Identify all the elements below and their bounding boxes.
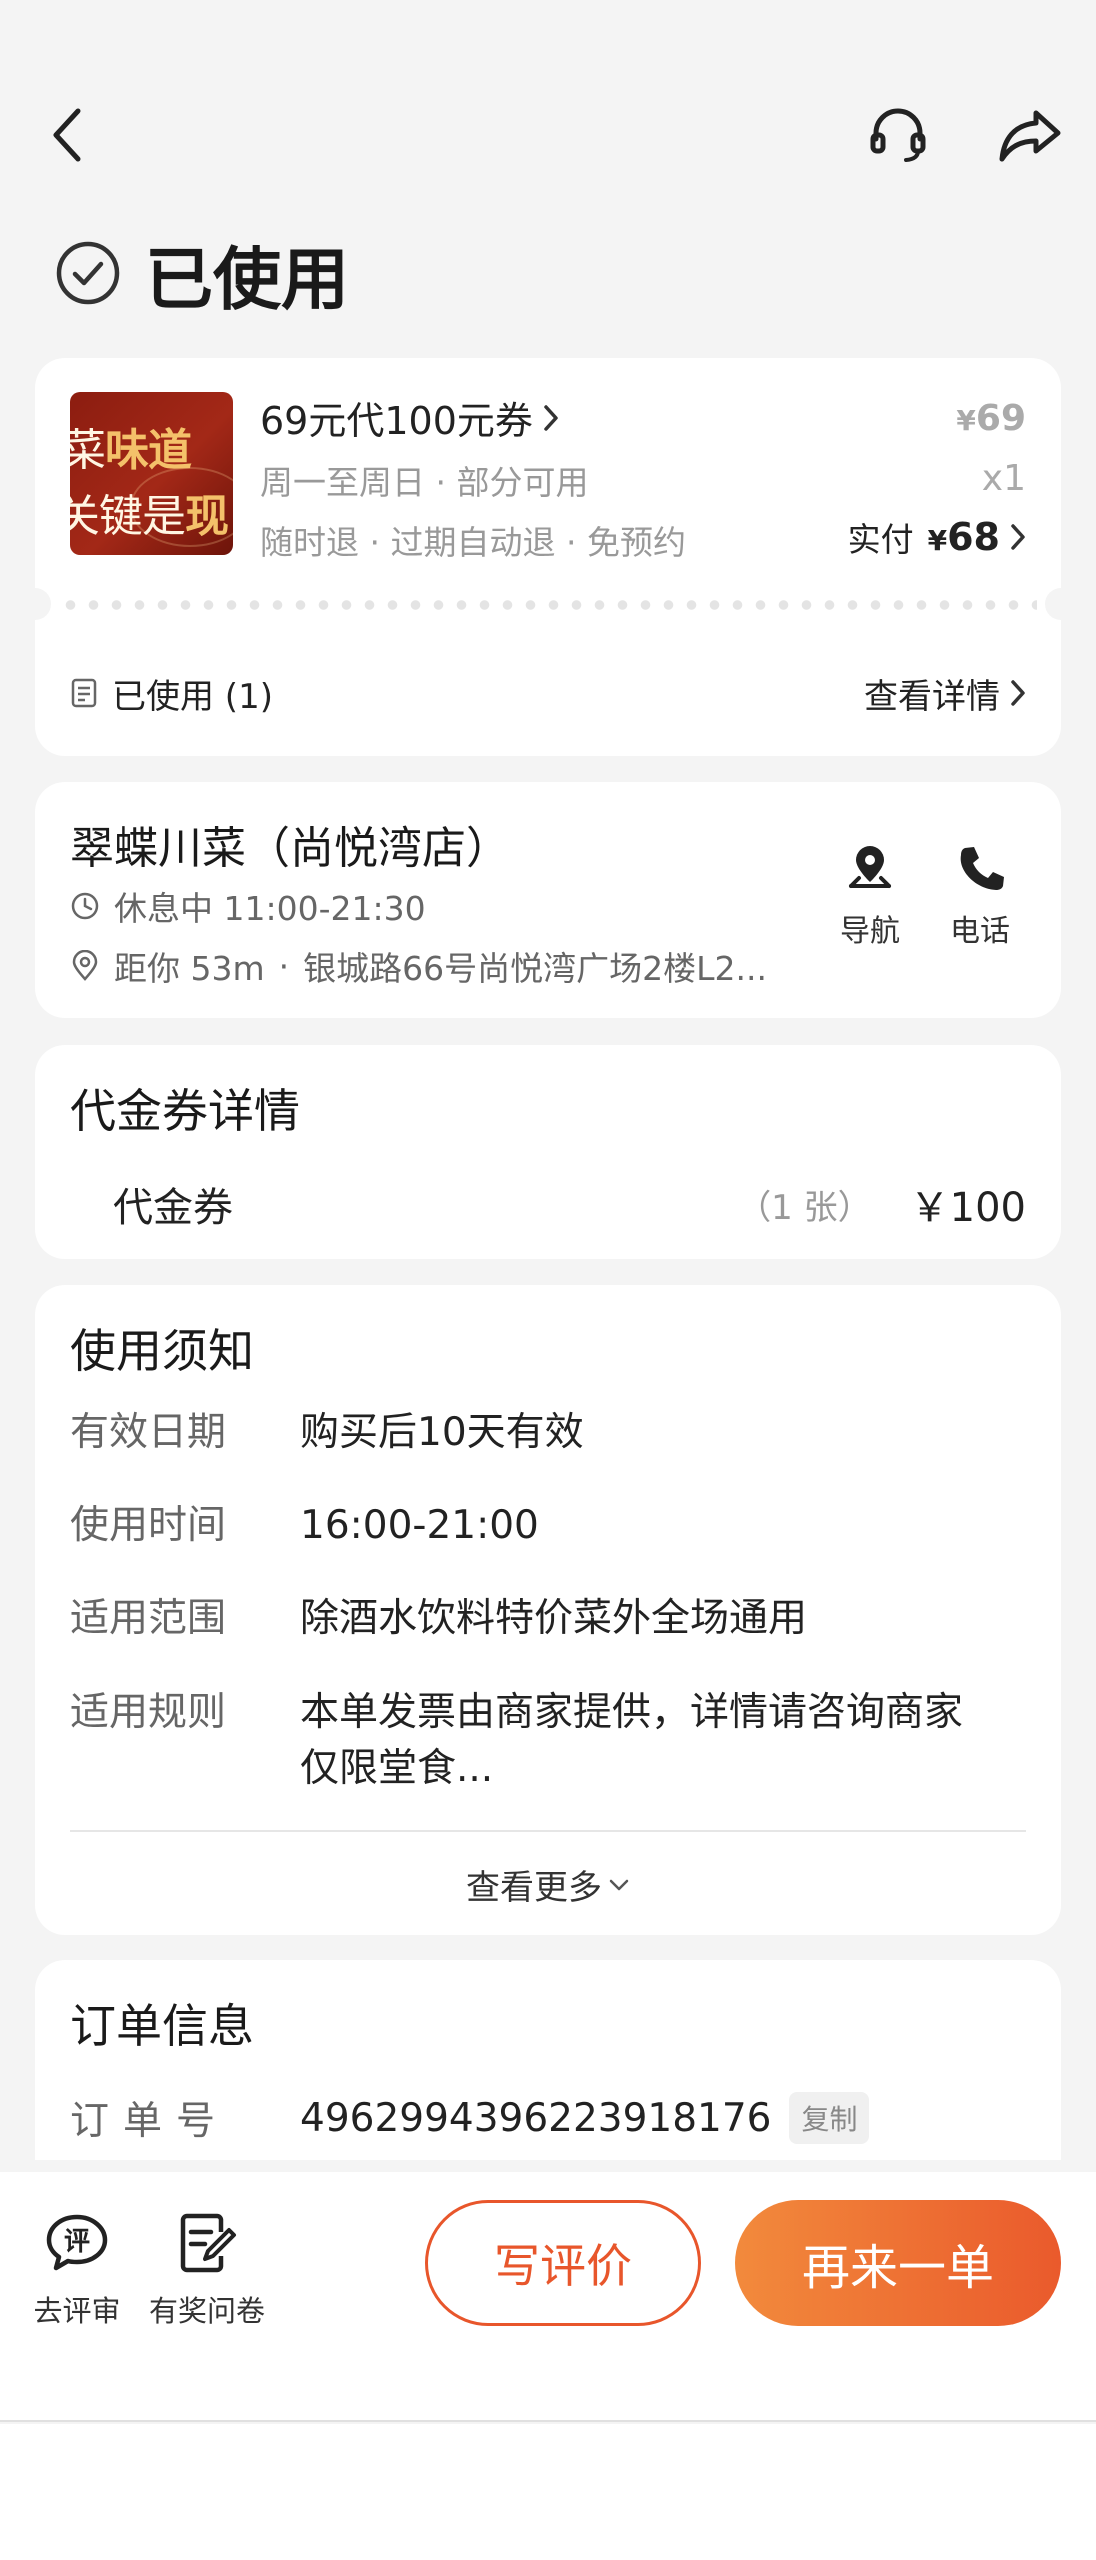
- paid-amount-link[interactable]: 实付 ¥68: [848, 513, 1026, 561]
- see-more-label: 查看更多: [466, 1868, 602, 1908]
- phone-icon: [960, 847, 1004, 890]
- divider: [70, 1830, 1026, 1832]
- notice-title: 使用须知: [70, 1324, 254, 1378]
- chevron-right-icon: [1011, 680, 1025, 706]
- voucher-title: 代金券详情: [70, 1084, 300, 1138]
- store-hours: 休息中 11:00-21:30: [70, 882, 426, 930]
- view-details-link[interactable]: 查看详情: [864, 669, 1026, 718]
- store-card[interactable]: 翠蝶川菜（尚悦湾店） 休息中 11:00-21:30 距你 53m · 银城路6…: [35, 782, 1061, 1018]
- notice-row: 适用规则 本单发票由商家提供，详情请咨询商家 仅限堂食...: [70, 1685, 1026, 1797]
- notice-row: 适用范围 除酒水饮料特价菜外全场通用: [70, 1591, 1026, 1647]
- deal-card: 菜味道 关键是现 69元代100元券 周一至周日 · 部分可用 随时退 · 过期…: [19, 358, 1077, 756]
- thumb-text: 现: [185, 491, 229, 542]
- voucher-row: 代金券 （1 张） ￥100: [113, 1175, 1026, 1233]
- notice-value: 本单发票由商家提供，详情请咨询商家 仅限堂食...: [300, 1690, 964, 1791]
- notice-value: 除酒水饮料特价菜外全场通用: [300, 1596, 808, 1641]
- deal-thumbnail[interactable]: 菜味道 关键是现: [70, 392, 233, 555]
- chevron-right-icon: [1011, 524, 1025, 550]
- review-icon: 评: [46, 2214, 108, 2271]
- system-nav-area: [0, 2424, 1096, 2560]
- voucher-name: 代金券: [113, 1185, 233, 1231]
- navigation-icon: [849, 846, 891, 888]
- store-address: 距你 53m · 银城路66号尚悦湾广场2楼L2...: [70, 942, 767, 990]
- deal-name-link[interactable]: 69元代100元券: [260, 390, 559, 445]
- notice-key: 适用范围: [70, 1596, 227, 1641]
- thumb-text: 关键是: [70, 491, 186, 542]
- order-info-card: 订单信息 订单号 4962994396223918176 复制: [35, 1960, 1061, 2160]
- store-distance: 距你 53m: [114, 949, 265, 988]
- deal-name: 69元代100元券: [260, 399, 533, 443]
- quantity: x1: [981, 458, 1026, 499]
- store-name: 翠蝶川菜（尚悦湾店）: [70, 823, 510, 874]
- chevron-down-icon: [609, 1879, 629, 1890]
- top-bar: [0, 95, 1096, 175]
- notice-key: 适用规则: [70, 1690, 227, 1735]
- survey-icon: [180, 2213, 236, 2273]
- original-price: ¥69: [956, 398, 1026, 439]
- back-icon[interactable]: [28, 95, 108, 175]
- order-number: 4962994396223918176: [300, 2095, 772, 2141]
- review-label: 去评审: [33, 2294, 121, 2328]
- svg-text:评: 评: [64, 2227, 90, 2257]
- status-title: 已使用: [145, 240, 350, 320]
- reorder-button[interactable]: 再来一单: [735, 2200, 1061, 2326]
- notice-row: 有效日期 购买后10天有效: [70, 1405, 1026, 1461]
- order-number-label: 订单号: [70, 2099, 230, 2144]
- usage-notice-card: 使用须知 有效日期 购买后10天有效 使用时间 16:00-21:00 适用范围…: [35, 1285, 1061, 1935]
- share-icon[interactable]: [990, 95, 1070, 175]
- call-button[interactable]: 电话: [935, 842, 1025, 950]
- navigate-button[interactable]: 导航: [825, 842, 915, 950]
- check-circle-icon: [56, 241, 120, 305]
- paid-label: 实付: [847, 520, 914, 559]
- notice-value: 购买后10天有效: [300, 1410, 584, 1455]
- bottom-action-bar: 评 去评审 有奖问卷 写评价 再来一单: [0, 2172, 1096, 2422]
- voucher-count: （1 张）: [737, 1187, 872, 1228]
- order-number-row: 订单号 4962994396223918176 复制: [70, 2090, 870, 2146]
- deal-refund-policy: 随时退 · 过期自动退 · 免预约: [260, 523, 686, 562]
- deal-availability: 周一至周日 · 部分可用: [260, 463, 589, 502]
- voucher-card: 代金券详情 代金券 （1 张） ￥100: [35, 1045, 1061, 1259]
- notice-row: 使用时间 16:00-21:00: [70, 1498, 1026, 1554]
- chevron-right-icon: [544, 404, 558, 431]
- paid-amount: ¥68: [927, 515, 1000, 559]
- write-review-button[interactable]: 写评价: [425, 2200, 701, 2326]
- document-icon: [71, 678, 97, 708]
- view-details-label: 查看详情: [864, 676, 1000, 717]
- navigate-label: 导航: [840, 914, 900, 949]
- survey-label: 有奖问卷: [148, 2294, 265, 2328]
- notice-key: 有效日期: [70, 1410, 227, 1455]
- perforation-divider: [19, 588, 1077, 620]
- usage-row: 已使用 (1) 查看详情: [70, 658, 1026, 728]
- used-count: 已使用 (1): [112, 676, 273, 717]
- headset-icon[interactable]: [858, 95, 938, 175]
- see-more-button[interactable]: 查看更多: [35, 1860, 1061, 1909]
- thumb-text: 菜: [70, 425, 106, 476]
- review-button[interactable]: 评 去评审: [32, 2212, 122, 2330]
- status-header: 已使用: [55, 228, 349, 320]
- thumb-text: 味道: [105, 425, 192, 476]
- survey-button[interactable]: 有奖问卷: [142, 2212, 272, 2330]
- notice-key: 使用时间: [70, 1503, 227, 1548]
- voucher-amount: ￥100: [909, 1185, 1026, 1231]
- notice-value: 16:00-21:00: [300, 1503, 539, 1548]
- location-pin-icon: [72, 950, 98, 981]
- store-address-text: 银城路66号尚悦湾广场2楼L2...: [303, 949, 767, 988]
- call-label: 电话: [950, 914, 1010, 949]
- order-title: 订单信息: [70, 1999, 254, 2053]
- clock-icon: [71, 892, 99, 920]
- copy-button[interactable]: 复制: [789, 2092, 870, 2144]
